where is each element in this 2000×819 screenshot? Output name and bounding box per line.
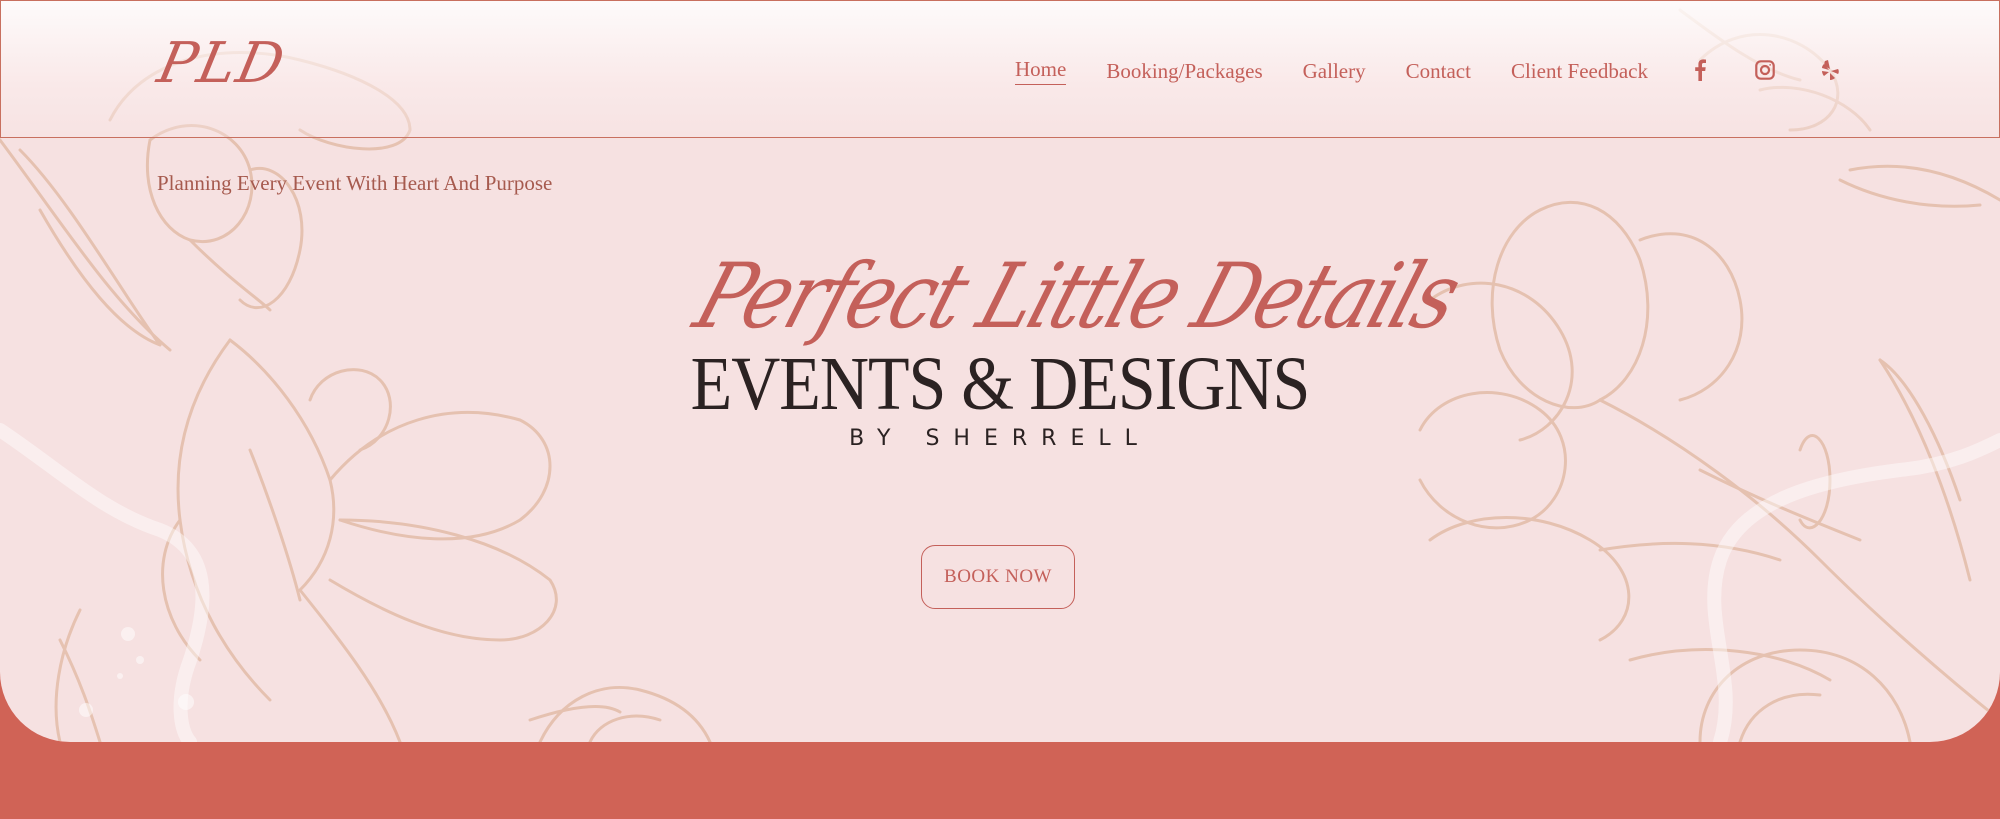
instagram-icon[interactable] [1752, 57, 1778, 83]
nav-link-booking-packages[interactable]: Booking/Packages [1106, 59, 1262, 84]
book-now-button[interactable]: BOOK NOW [921, 545, 1075, 609]
site-header: PLD Home Booking/Packages Gallery Contac… [0, 0, 2000, 138]
nav-link-contact[interactable]: Contact [1406, 59, 1471, 84]
brand-subtitle: BY SHERRELL [849, 426, 1151, 451]
main-navigation: Home Booking/Packages Gallery Contact Cl… [1015, 57, 1688, 85]
brand-title: EVENTS & DESIGNS [690, 340, 1311, 426]
pld-logo[interactable]: PLD [152, 31, 292, 96]
brand-script-title: Perfect Little Details [683, 245, 1470, 349]
nav-link-client-feedback[interactable]: Client Feedback [1511, 59, 1648, 84]
nav-link-gallery[interactable]: Gallery [1303, 59, 1366, 84]
nav-link-home[interactable]: Home [1015, 57, 1067, 85]
footer-band [0, 742, 2000, 819]
facebook-icon[interactable] [1687, 57, 1713, 83]
tagline: Planning Every Event With Heart And Purp… [157, 171, 553, 195]
hero-section: PLD Home Booking/Packages Gallery Contac… [0, 0, 2000, 742]
yelp-icon[interactable] [1817, 57, 1843, 83]
